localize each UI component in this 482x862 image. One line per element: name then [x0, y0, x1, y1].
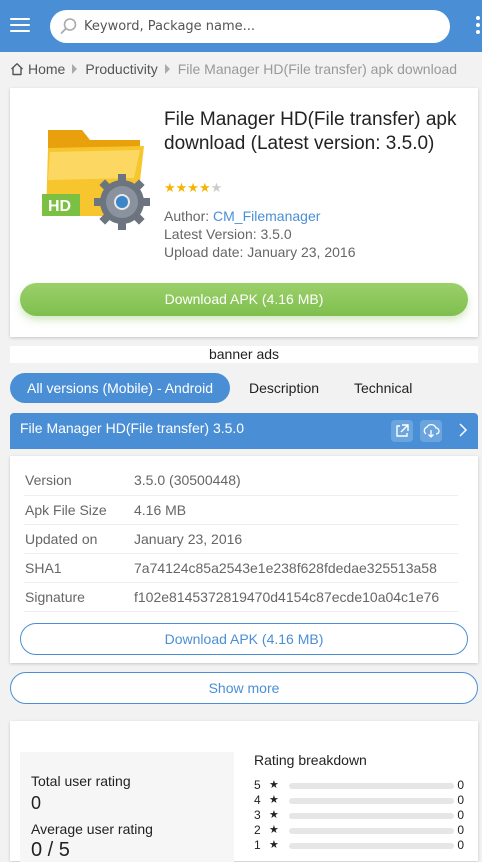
tab-technical[interactable]: Technical [354, 373, 412, 403]
show-more-button[interactable]: Show more [10, 672, 478, 704]
detail-key: SHA1 [24, 553, 130, 583]
search-input[interactable] [84, 10, 434, 43]
version-header: File Manager HD(File transfer) 3.5.0 [10, 413, 478, 449]
version-details-card: Version 3.5.0 (30500448) Apk File Size 4.16… [10, 456, 478, 663]
breadcrumb-home[interactable]: Home [10, 61, 65, 77]
breakdown-count: 0 [457, 793, 464, 807]
breakdown-row: 4 ★ 0 [254, 793, 468, 807]
download-apk-outline-button[interactable]: Download APK (4.16 MB) [20, 623, 468, 655]
breakdown-stars-number: 2 [254, 823, 261, 837]
detail-key: Apk File Size [24, 495, 130, 525]
external-link-icon [396, 424, 409, 437]
more-options-icon[interactable] [474, 14, 482, 38]
breadcrumb-separator [72, 64, 78, 74]
tab-all-versions[interactable]: All versions (Mobile) - Android [10, 373, 230, 403]
breakdown-bar [289, 783, 454, 789]
breakdown-row: 1 ★ 0 [254, 838, 468, 852]
star-icon: ★ [269, 824, 279, 836]
average-rating-label: Average user rating [31, 821, 153, 837]
rating-summary: Total user rating 0 Average user rating … [20, 752, 234, 862]
breakdown-stars-number: 4 [254, 793, 261, 807]
rating-breakdown-title: Rating breakdown [254, 752, 367, 768]
search-box[interactable] [50, 10, 450, 43]
breakdown-count: 0 [457, 823, 464, 837]
breadcrumb-home-label[interactable]: Home [28, 61, 65, 77]
author-line: Author: CM_Filemanager [164, 208, 320, 224]
breakdown-count: 0 [457, 808, 464, 822]
detail-key: Version [24, 466, 130, 496]
cloud-download-button[interactable] [420, 420, 442, 442]
detail-row: Updated on January 23, 2016 [24, 524, 458, 554]
star-icon: ★ [269, 809, 279, 821]
star-icon: ★ [269, 779, 279, 791]
breadcrumb-category[interactable]: Productivity [85, 61, 157, 77]
top-bar [0, 0, 482, 52]
breakdown-stars-number: 3 [254, 808, 261, 822]
breakdown-count: 0 [457, 838, 464, 852]
breakdown-stars-number: 1 [254, 838, 261, 852]
tabs: All versions (Mobile) - Android Descript… [10, 373, 478, 403]
breakdown-stars-number: 5 [254, 778, 261, 792]
breakdown-count: 0 [457, 778, 464, 792]
detail-row: Signature f102e8145372819470d4154c87ecde1… [24, 582, 458, 612]
detail-value: 4.16 MB [130, 495, 458, 525]
version-title: File Manager HD(File transfer) 3.5.0 [20, 420, 245, 436]
external-link-button[interactable] [391, 420, 413, 442]
app-icon: HD [42, 130, 150, 230]
app-info-card: HD File Manager HD(File transfer) apk do… [10, 88, 478, 337]
menu-icon[interactable] [8, 14, 32, 38]
total-rating-value: 0 [31, 793, 42, 813]
detail-value: 7a74124c85a2543e1e238f628fdedae325513a58 [130, 553, 458, 583]
stars-filled: ★★★★ [164, 180, 211, 195]
app-title: File Manager HD(File transfer) apk downl… [164, 109, 457, 154]
breakdown-bar [289, 828, 454, 834]
download-apk-button[interactable]: Download APK (4.16 MB) [20, 283, 468, 316]
rating-stars: ★★★★★ [164, 180, 222, 196]
breadcrumb-current: File Manager HD(File transfer) apk downl… [177, 61, 458, 77]
detail-row: Version 3.5.0 (30500448) [24, 466, 458, 496]
breakdown-bar [289, 798, 454, 804]
tab-description[interactable]: Description [249, 373, 319, 403]
details-table: Version 3.5.0 (30500448) Apk File Size 4.16… [24, 466, 458, 612]
author-label: Author: [164, 208, 214, 224]
detail-value: 3.5.0 (30500448) [130, 466, 458, 496]
average-rating-value: 0 / 5 [31, 839, 70, 861]
home-icon [11, 63, 23, 76]
detail-row: Apk File Size 4.16 MB [24, 495, 458, 525]
breakdown-row: 5 ★ 0 [254, 778, 468, 792]
detail-row: SHA1 7a74124c85a2543e1e238f628fdedae32551… [24, 553, 458, 583]
search-icon [60, 18, 77, 34]
breadcrumb-separator [164, 64, 170, 74]
banner-ads: banner ads [10, 346, 478, 363]
breakdown-row: 2 ★ 0 [254, 823, 468, 837]
breakdown-bar [289, 813, 454, 819]
author-link[interactable]: CM_Filemanager [213, 208, 320, 224]
rating-card: Total user rating 0 Average user rating … [10, 721, 478, 862]
detail-key: Updated on [24, 524, 130, 554]
star-icon: ★ [269, 794, 279, 806]
breakdown-row: 3 ★ 0 [254, 808, 468, 822]
chevron-right-icon[interactable] [454, 421, 472, 439]
svg-text:HD: HD [48, 198, 71, 215]
detail-value: January 23, 2016 [130, 524, 458, 554]
latest-version: Latest Version: 3.5.0 [164, 226, 292, 242]
upload-date: Upload date: January 23, 2016 [164, 244, 356, 260]
breadcrumb: Home Productivity File Manager HD(File t… [10, 60, 457, 78]
detail-key: Signature [24, 582, 130, 612]
breakdown-bar [289, 843, 454, 849]
cloud-download-icon [423, 423, 440, 438]
total-rating-label: Total user rating [31, 773, 131, 789]
stars-empty: ★ [210, 180, 223, 195]
detail-value: f102e8145372819470d4154c87ecde10a04c1e76 [130, 582, 458, 612]
star-icon: ★ [269, 839, 279, 851]
